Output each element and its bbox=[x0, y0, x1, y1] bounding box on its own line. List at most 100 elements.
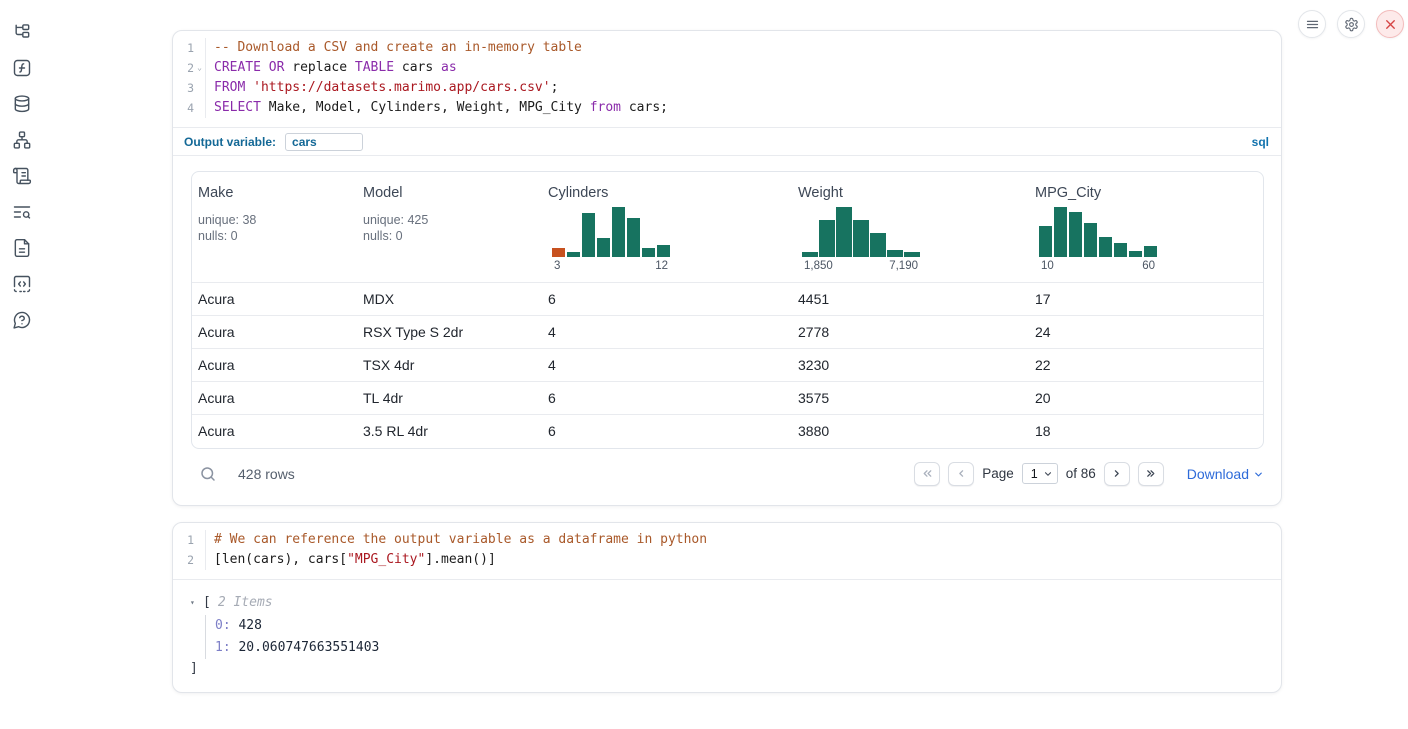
histogram-bars bbox=[802, 207, 920, 257]
table-cell: 3.5 RL 4dr bbox=[357, 415, 542, 448]
line-number: 2 bbox=[173, 58, 194, 78]
next-page-button[interactable] bbox=[1104, 462, 1130, 486]
python-code-text[interactable]: # We can reference the output variable a… bbox=[205, 530, 1281, 550]
table-row: AcuraMDX6445117 bbox=[192, 283, 1264, 316]
sql-line: 1 -- Download a CSV and create an in-memo… bbox=[173, 38, 1281, 58]
collapse-chevron-icon[interactable]: ▾ bbox=[190, 598, 203, 607]
column-stat: nulls: 0 bbox=[363, 228, 536, 244]
logs-search-button[interactable] bbox=[12, 202, 32, 222]
dependency-graph-button[interactable] bbox=[12, 130, 32, 150]
table-cell: Acura bbox=[192, 283, 357, 316]
sql-code-text[interactable]: FROM 'https://datasets.marimo.app/cars.c… bbox=[205, 78, 1281, 98]
histogram-axis-labels: 10 60 bbox=[1039, 260, 1157, 272]
sql-output-section: Makeunique: 38nulls: 0Modelunique: 425nu… bbox=[173, 155, 1281, 505]
column-stat: nulls: 0 bbox=[198, 228, 351, 244]
fold-chevron-icon[interactable]: ⌄ bbox=[194, 58, 205, 78]
search-icon bbox=[199, 465, 217, 483]
histogram-bar bbox=[567, 252, 580, 257]
column-stats: unique: 38nulls: 0 bbox=[198, 212, 351, 244]
python-line: 2[len(cars), cars["MPG_City"].mean()] bbox=[173, 550, 1281, 570]
histogram-axis-labels: 312 bbox=[552, 260, 670, 272]
output-variable-input[interactable] bbox=[285, 133, 363, 151]
first-page-button[interactable] bbox=[914, 462, 940, 486]
table-cell: 18 bbox=[1029, 415, 1264, 448]
histogram-bar bbox=[1054, 207, 1067, 257]
table-cell: 4 bbox=[542, 349, 792, 382]
document-icon bbox=[12, 238, 32, 258]
table-cell: TL 4dr bbox=[357, 382, 542, 415]
code-token: cars bbox=[394, 60, 441, 75]
file-tree-icon bbox=[12, 22, 32, 42]
chevrons-left-icon bbox=[921, 467, 934, 480]
code-token: from bbox=[590, 100, 621, 115]
close-bracket: ] bbox=[190, 659, 1265, 678]
last-page-button[interactable] bbox=[1138, 462, 1164, 486]
items-count-label: 2 Items bbox=[218, 595, 273, 610]
column-title: Model bbox=[363, 185, 536, 201]
document-button[interactable] bbox=[12, 238, 32, 258]
histogram-bar bbox=[627, 218, 640, 257]
database-button[interactable] bbox=[12, 94, 32, 114]
table-row: AcuraTL 4dr6357520 bbox=[192, 382, 1264, 415]
histogram-bar bbox=[870, 233, 886, 257]
histogram-bar bbox=[552, 248, 565, 257]
table-cell: Acura bbox=[192, 316, 357, 349]
histogram-min-label: 10 bbox=[1041, 260, 1054, 272]
histogram-bar bbox=[642, 248, 655, 257]
code-token: 'https://datasets.marimo.app/cars.csv' bbox=[253, 80, 550, 95]
download-button[interactable]: Download bbox=[1187, 466, 1264, 482]
page-total-label: of 86 bbox=[1066, 466, 1096, 481]
histogram-bar bbox=[1099, 237, 1112, 257]
histogram-max-label: 7,190 bbox=[889, 260, 918, 272]
table-search-button[interactable] bbox=[199, 465, 217, 483]
code-token: TABLE bbox=[355, 60, 394, 75]
help-icon bbox=[12, 310, 32, 330]
function-icon bbox=[12, 58, 32, 78]
table-cell: 20 bbox=[1029, 382, 1264, 415]
column-histogram: 312 bbox=[552, 207, 670, 272]
code-token bbox=[245, 80, 253, 95]
help-button[interactable] bbox=[12, 310, 32, 330]
scroll-button[interactable] bbox=[12, 166, 32, 186]
prev-page-button[interactable] bbox=[948, 462, 974, 486]
chevrons-right-icon bbox=[1144, 467, 1157, 480]
histogram-max-label: 60 bbox=[1142, 260, 1155, 272]
python-output: ▾ [ 2 Items 0: 4281: 20.060747663551403 … bbox=[173, 579, 1281, 692]
file-tree-button[interactable] bbox=[12, 22, 32, 42]
column-title: Make bbox=[198, 185, 351, 201]
result-entry-key: 1: bbox=[215, 640, 231, 655]
histogram-bar bbox=[1144, 246, 1157, 257]
notebook-area: 1 -- Download a CSV and create an in-memo… bbox=[172, 30, 1282, 693]
code-token: as bbox=[441, 60, 457, 75]
close-button[interactable] bbox=[1376, 10, 1404, 38]
line-number: 1 bbox=[173, 38, 194, 58]
row-count-label: 428 rows bbox=[238, 466, 295, 482]
settings-button[interactable] bbox=[1337, 10, 1365, 38]
sql-code-text[interactable]: CREATE OR replace TABLE cars as bbox=[205, 58, 1281, 78]
table-cell: 3575 bbox=[792, 382, 1029, 415]
sql-cell: 1 -- Download a CSV and create an in-memo… bbox=[172, 30, 1282, 506]
code-token bbox=[261, 60, 269, 75]
menu-icon bbox=[1305, 17, 1320, 32]
histogram-bar bbox=[1114, 243, 1127, 257]
code-token: OR bbox=[269, 60, 285, 75]
python-code-text[interactable]: [len(cars), cars["MPG_City"].mean()] bbox=[205, 550, 1281, 570]
sql-code-text[interactable]: SELECT Make, Model, Cylinders, Weight, M… bbox=[205, 98, 1281, 118]
result-entry: 1: 20.060747663551403 bbox=[215, 637, 1265, 659]
snippets-button[interactable] bbox=[12, 274, 32, 294]
sql-code-text[interactable]: -- Download a CSV and create an in-memor… bbox=[205, 38, 1281, 58]
table-cell: RSX Type S 2dr bbox=[357, 316, 542, 349]
database-icon bbox=[12, 94, 32, 114]
histogram-max-label: 12 bbox=[655, 260, 668, 272]
sql-code-editor[interactable]: 1 -- Download a CSV and create an in-memo… bbox=[173, 31, 1281, 127]
menu-button[interactable] bbox=[1298, 10, 1326, 38]
page-select[interactable]: 1 bbox=[1022, 463, 1058, 484]
sql-line: 4SELECT Make, Model, Cylinders, Weight, … bbox=[173, 98, 1281, 118]
python-code-editor[interactable]: 1# We can reference the output variable … bbox=[173, 523, 1281, 579]
code-token: [len(cars), cars[ bbox=[214, 552, 347, 567]
histogram-bar bbox=[582, 213, 595, 257]
function-button[interactable] bbox=[12, 58, 32, 78]
code-token: CREATE bbox=[214, 60, 261, 75]
histogram-bar bbox=[1129, 251, 1142, 257]
chevron-left-icon bbox=[955, 467, 968, 480]
